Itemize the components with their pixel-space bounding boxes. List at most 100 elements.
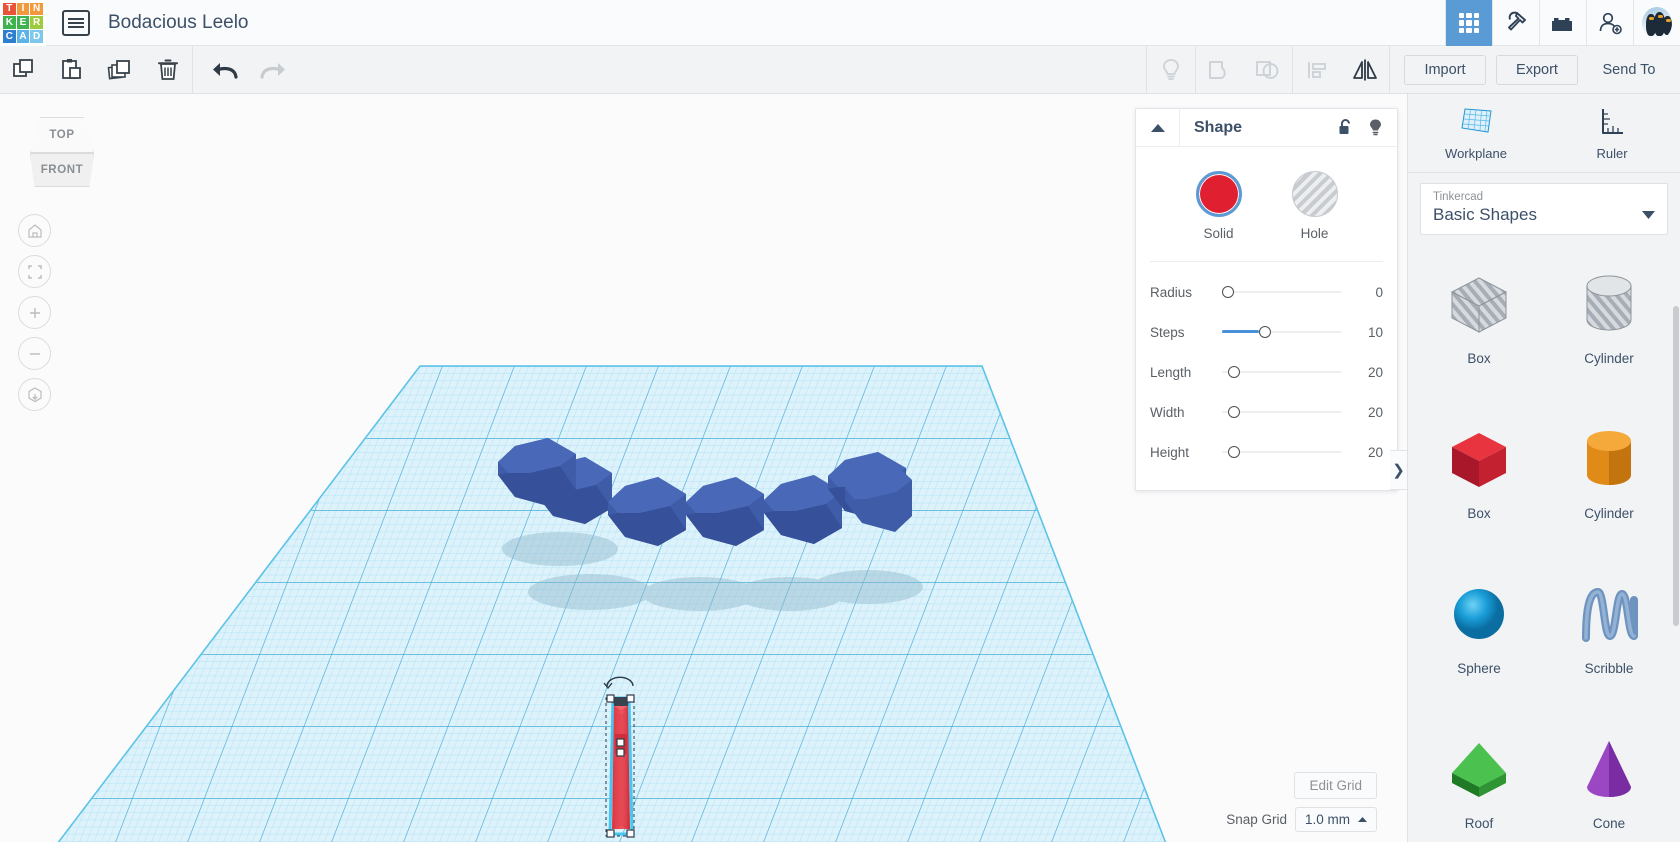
shape-item-box-0[interactable]: Box xyxy=(1414,249,1544,387)
inspector-title: Shape xyxy=(1194,118,1243,136)
ungroup-shapes-icon[interactable] xyxy=(1244,46,1292,94)
lightbulb-icon[interactable] xyxy=(1363,109,1397,147)
group-shapes-icon[interactable] xyxy=(1196,46,1244,94)
caret-up-icon xyxy=(1358,816,1367,822)
top-bar: TIN KER CAD Bodacious Leelo xyxy=(0,0,1680,46)
property-value-length[interactable]: 20 xyxy=(1349,365,1383,380)
shape-library-panel: Workplane Ruler Tinkercad Basic Shapes B… xyxy=(1407,94,1680,842)
paste-icon[interactable] xyxy=(48,46,96,94)
snap-grid-select[interactable]: 1.0 mm xyxy=(1294,807,1377,832)
library-name-label: Basic Shapes xyxy=(1433,205,1537,224)
property-slider-length[interactable] xyxy=(1222,364,1341,380)
mirror-icon[interactable] xyxy=(1341,46,1389,94)
view-cube[interactable]: TOP FRONT xyxy=(24,112,100,188)
property-slider-radius[interactable] xyxy=(1222,284,1341,300)
property-value-width[interactable]: 20 xyxy=(1349,405,1383,420)
shape-item-roof-6[interactable]: Roof xyxy=(1414,714,1544,842)
solid-option[interactable]: Solid xyxy=(1195,171,1242,241)
avatar[interactable] xyxy=(1633,0,1680,46)
chevron-right-icon[interactable]: ❯ xyxy=(1390,450,1408,490)
hatched-cyl-icon xyxy=(1572,270,1646,345)
slider-knob[interactable] xyxy=(1227,366,1240,378)
property-slider-steps[interactable] xyxy=(1222,324,1341,340)
view-cube-top[interactable]: TOP xyxy=(30,117,94,153)
property-row-steps: Steps 10 xyxy=(1150,312,1383,352)
collapse-triangle-icon[interactable] xyxy=(1136,108,1180,147)
property-label-length: Length xyxy=(1150,364,1192,380)
hamburger-menu-icon[interactable] xyxy=(62,9,90,36)
shape-item-box-2[interactable]: Box xyxy=(1414,404,1544,542)
property-row-length: Length 20 xyxy=(1150,352,1383,392)
shape-item-scribble-5[interactable]: Scribble xyxy=(1544,559,1674,697)
edit-grid-button[interactable]: Edit Grid xyxy=(1294,772,1377,799)
shape-properties: Radius 0 Steps 10 Length 20 Width 20 Height 20 xyxy=(1150,272,1383,472)
designs-grid-icon[interactable] xyxy=(1445,0,1492,46)
property-value-radius[interactable]: 0 xyxy=(1349,285,1383,300)
chevron-down-icon[interactable] xyxy=(1642,206,1655,224)
solid-swatch[interactable] xyxy=(1195,171,1242,217)
page-title: Bodacious Leelo xyxy=(108,11,249,33)
inspector-separator xyxy=(1150,261,1383,262)
zoom-out-icon[interactable] xyxy=(18,337,51,370)
orthographic-view-icon[interactable] xyxy=(18,378,51,411)
hole-option[interactable]: Hole xyxy=(1291,171,1338,241)
ruler-tool[interactable]: Ruler xyxy=(1544,94,1680,172)
workplane-tool[interactable]: Workplane xyxy=(1408,94,1544,172)
zoom-in-icon[interactable] xyxy=(18,296,51,329)
logo-tile-i: I xyxy=(16,2,30,16)
align-icon[interactable] xyxy=(1293,46,1341,94)
shape-item-label: Box xyxy=(1467,506,1491,521)
export-button[interactable]: Export xyxy=(1496,54,1578,85)
shape-item-label: Sphere xyxy=(1457,661,1501,676)
toolbar-divider-5 xyxy=(1389,45,1390,94)
roof-icon xyxy=(1442,735,1516,810)
send-to-button[interactable]: Send To xyxy=(1588,55,1670,85)
copy-icon[interactable] xyxy=(0,46,48,94)
slider-knob[interactable] xyxy=(1258,326,1271,338)
property-slider-width[interactable] xyxy=(1222,404,1341,420)
slider-knob[interactable] xyxy=(1227,406,1240,418)
shape-library-dropdown[interactable]: Tinkercad Basic Shapes xyxy=(1420,183,1668,235)
fit-to-view-icon[interactable] xyxy=(18,255,51,288)
file-actions: Import Export Send To xyxy=(1404,54,1680,85)
user-avatar-penguins xyxy=(1642,6,1672,40)
duplicate-icon[interactable] xyxy=(96,46,144,94)
delete-trash-icon[interactable] xyxy=(144,46,192,94)
shape-item-cylinder-3[interactable]: Cylinder xyxy=(1544,404,1674,542)
view-cube-front[interactable]: FRONT xyxy=(30,153,94,187)
lightbulb-icon[interactable] xyxy=(1147,46,1195,94)
shape-item-label: Cylinder xyxy=(1584,506,1634,521)
workplane-tool-label: Workplane xyxy=(1445,146,1507,161)
property-slider-height[interactable] xyxy=(1222,444,1341,460)
home-view-icon[interactable] xyxy=(18,214,51,247)
import-button[interactable]: Import xyxy=(1404,54,1486,85)
hatched-box-icon xyxy=(1442,270,1516,345)
shape-item-label: Box xyxy=(1467,351,1491,366)
redo-arrow-icon xyxy=(249,46,297,94)
slider-knob[interactable] xyxy=(1227,446,1240,458)
slider-knob[interactable] xyxy=(1222,286,1234,298)
sphere-icon xyxy=(1442,580,1516,655)
property-value-height[interactable]: 20 xyxy=(1349,445,1383,460)
shape-item-cone-7[interactable]: Cone xyxy=(1544,714,1674,842)
property-value-steps[interactable]: 10 xyxy=(1349,325,1383,340)
codeblocks-hammer-icon[interactable] xyxy=(1492,0,1539,46)
undo-arrow-icon[interactable] xyxy=(201,46,249,94)
logo-tile-r: R xyxy=(30,16,43,29)
property-label-steps: Steps xyxy=(1150,324,1185,340)
shape-grid: Box Cylinder Box Cylinder Sphere Scribble Roof… xyxy=(1408,249,1680,842)
solid-hole-selector: Solid Hole xyxy=(1150,163,1383,245)
invite-person-add-icon[interactable] xyxy=(1586,0,1633,46)
shape-item-sphere-4[interactable]: Sphere xyxy=(1414,559,1544,697)
tinkercad-logo[interactable]: TIN KER CAD xyxy=(0,0,46,46)
workplane-grid-icon xyxy=(1461,108,1492,133)
library-source-label: Tinkercad xyxy=(1433,191,1484,203)
grid-controls: Edit Grid Snap Grid 1.0 mm xyxy=(1226,772,1377,832)
logo-tile-c: C xyxy=(3,29,16,43)
shape-item-cylinder-1[interactable]: Cylinder xyxy=(1544,249,1674,387)
blocks-brick-icon[interactable] xyxy=(1539,0,1586,46)
unlock-icon[interactable] xyxy=(1329,109,1363,147)
tinkercad-app: TINKERCAD Bodacious Leelo Import Export … xyxy=(0,0,1680,842)
hole-swatch[interactable] xyxy=(1291,171,1338,217)
shape-grid-scrollbar[interactable] xyxy=(1673,306,1679,626)
